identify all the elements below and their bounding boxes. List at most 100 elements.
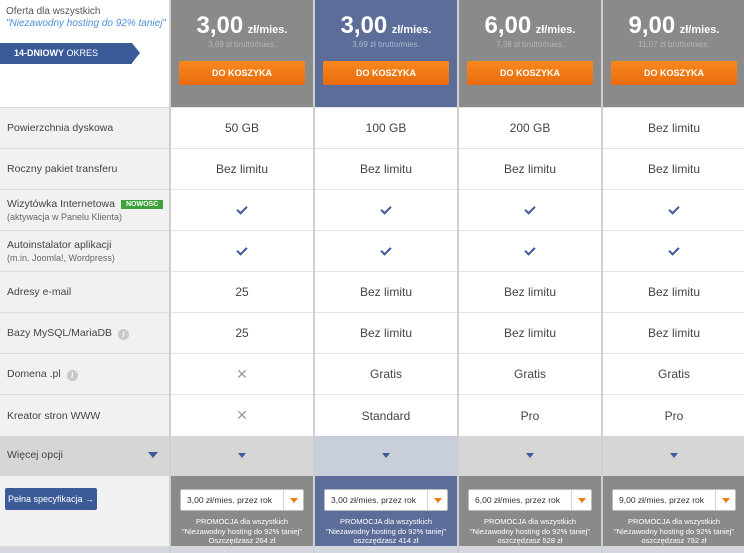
promo-line: PROMOCJA dla wszystkich	[627, 517, 721, 526]
feature-value: Bez limitu	[647, 121, 700, 135]
check-icon	[668, 202, 680, 215]
billing-period-select[interactable]: 3,00 zł/mies. przez rok	[324, 489, 448, 511]
price-brutto: 11,07 zł brutto/mies.	[638, 40, 710, 49]
promo-line: "Niezawodny hosting do 92% taniej"	[182, 526, 302, 536]
feature-value: Bez limitu	[359, 162, 412, 176]
chevron-down-icon[interactable]	[427, 490, 447, 510]
add-to-cart-button[interactable]: DO KOSZYKA	[179, 61, 305, 85]
offer-box: Oferta dla wszystkich "Niezawodny hostin…	[0, 0, 170, 107]
feature-cell	[603, 189, 744, 230]
add-to-cart-button[interactable]: DO KOSZYKA	[611, 61, 737, 85]
feature-cell: Bez limitu	[459, 312, 601, 353]
chevron-down-icon[interactable]	[571, 490, 591, 510]
feature-value: Bez limitu	[503, 162, 556, 176]
row-label-transfer: Roczny pakiet transferu	[0, 148, 170, 189]
row-label-builder: Kreator stron WWW	[0, 394, 170, 436]
plan-header: 9,00 zł/mies. 11,07 zł brutto/mies. DO KOS…	[603, 0, 744, 107]
billing-period-select[interactable]: 3,00 zł/mies. przez rok	[180, 489, 304, 511]
feature-cell: Bez limitu	[603, 148, 744, 189]
feature-cell: 100 GB	[315, 107, 457, 148]
info-icon[interactable]: i	[118, 328, 130, 340]
full-spec-button[interactable]: Pełna specyfikacja →	[5, 488, 97, 510]
cross-icon: ✕	[236, 365, 248, 382]
billing-period-value: 9,00 zł/mies. przez rok	[619, 495, 705, 505]
row-label-text: Adresy e-mail	[7, 286, 72, 298]
feature-cell: Pro	[603, 394, 744, 436]
feature-value: 25	[235, 285, 249, 299]
plan-price: 3,00 zł/mies.	[315, 12, 457, 40]
chevron-down-icon[interactable]	[283, 490, 303, 510]
feature-cell: Gratis	[315, 353, 457, 394]
promo-line: "Niezawodny hosting do 92% taniej"	[470, 526, 590, 536]
more-options-toggle[interactable]	[459, 436, 601, 476]
more-options-toggle[interactable]: Więcej opcji	[0, 436, 170, 476]
feature-value: Standard	[361, 408, 411, 423]
feature-value: 25	[235, 326, 249, 340]
price-brutto: 7,38 zł brutto/mies.	[496, 40, 564, 49]
plan-footer: 6,00 zł/mies. przez rok PROMOCJA dla wszy…	[459, 476, 601, 553]
billing-period-select[interactable]: 9,00 zł/mies. przez rok	[612, 489, 736, 511]
feature-value: 50 GB	[224, 121, 260, 135]
chevron-down-icon	[382, 453, 390, 458]
offer-title: Oferta dla wszystkich	[6, 6, 101, 17]
plan-column: 3,00 zł/mies. 3,69 zł brutto/mies. DO KOSZ…	[314, 0, 458, 553]
chevron-down-icon[interactable]	[715, 490, 735, 510]
add-to-cart-button[interactable]: DO KOSZYKA	[467, 61, 593, 85]
promo-text: PROMOCJA dla wszystkich "Niezawodny hosti…	[603, 517, 744, 546]
price-unit: zł/mies.	[535, 24, 576, 36]
more-options-label: Więcej opcji	[7, 449, 64, 461]
row-label-sub: (aktywacja w Panelu Klienta)	[7, 212, 123, 222]
chevron-down-icon	[148, 452, 158, 458]
feature-value: Pro	[520, 408, 540, 423]
row-label-card: Wizytówka Internetowa NOWOŚĆ (aktywacja w…	[0, 189, 170, 230]
offer-subtitle: "Niezawodny hosting do 92% taniej"	[6, 18, 166, 29]
feature-value: Bez limitu	[647, 285, 700, 299]
feature-value: Gratis	[657, 367, 690, 381]
feature-cell	[315, 230, 457, 271]
feature-cell: Gratis	[459, 353, 601, 394]
check-icon	[524, 202, 536, 215]
feature-cell: ✕	[171, 394, 313, 436]
feature-cell: Bez limitu	[459, 148, 601, 189]
feature-cell: Standard	[315, 394, 457, 436]
feature-value: Bez limitu	[503, 285, 556, 299]
feature-cell	[171, 230, 313, 271]
feature-cell	[459, 189, 601, 230]
price-brutto: 3,69 zł brutto/mies.	[352, 40, 420, 49]
more-options-toggle[interactable]	[603, 436, 744, 476]
price-value: 9,00	[628, 12, 676, 39]
row-label-text: Powierzchnia dyskowa	[7, 122, 114, 134]
feature-value: Gratis	[369, 367, 402, 381]
add-to-cart-button[interactable]: DO KOSZYKA	[323, 61, 449, 85]
feature-cell: Bez limitu	[315, 312, 457, 353]
price-value: 3,00	[340, 12, 388, 39]
billing-period-select[interactable]: 6,00 zł/mies. przez rok	[468, 489, 592, 511]
plan-column: 3,00 zł/mies. 3,69 zł brutto/mies. DO KOSZ…	[171, 0, 313, 553]
plan-header: 3,00 zł/mies. 3,69 zł brutto/mies. DO KOSZ…	[315, 0, 457, 107]
check-icon	[236, 202, 248, 215]
feature-cell: Bez limitu	[603, 271, 744, 312]
billing-period-value: 3,00 zł/mies. przez rok	[331, 495, 417, 505]
feature-value: Bez limitu	[503, 326, 556, 340]
feature-cell	[603, 230, 744, 271]
row-label-text: Bazy MySQL/MariaDB	[7, 326, 113, 339]
row-label-email: Adresy e-mail	[0, 271, 170, 312]
feature-cell	[459, 230, 601, 271]
check-icon	[668, 243, 680, 256]
plan-price: 6,00 zł/mies.	[459, 12, 601, 40]
feature-cell: Gratis	[603, 353, 744, 394]
row-label-mysql: Bazy MySQL/MariaDB i	[0, 312, 170, 353]
feature-cell: Pro	[459, 394, 601, 436]
plan-footer: 9,00 zł/mies. przez rok PROMOCJA dla wszy…	[603, 476, 744, 553]
price-value: 3,00	[196, 12, 244, 39]
check-icon	[380, 202, 392, 215]
more-options-toggle[interactable]	[171, 436, 313, 476]
promo-text: PROMOCJA dla wszystkich "Niezawodny hosti…	[171, 517, 313, 546]
column-divider	[313, 0, 315, 553]
feature-value: Bez limitu	[647, 162, 700, 176]
column-divider	[601, 0, 603, 553]
more-options-toggle[interactable]	[315, 436, 457, 476]
info-icon[interactable]: i	[66, 369, 78, 381]
column-divider	[169, 0, 171, 553]
plan-price: 3,00 zł/mies.	[171, 12, 313, 40]
